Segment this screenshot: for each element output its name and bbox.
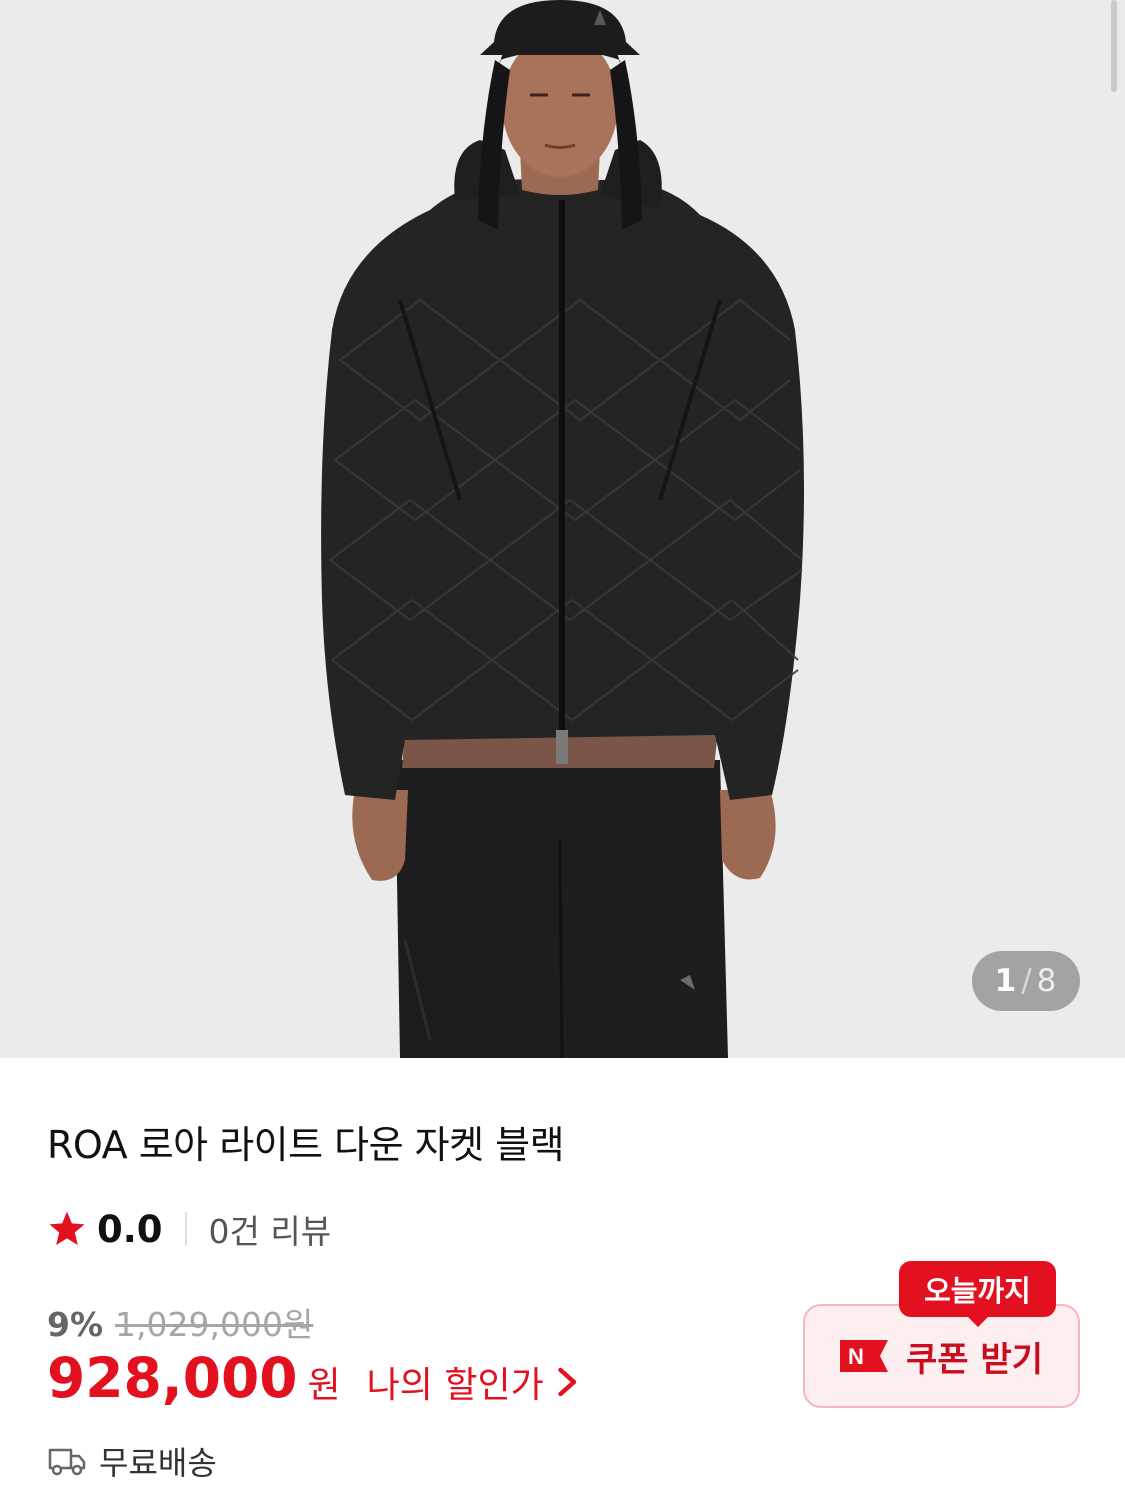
truck-icon: [48, 1448, 86, 1476]
image-counter: 1 / 8: [972, 951, 1080, 1011]
sale-price: 928,000: [47, 1346, 298, 1410]
image-counter-separator: /: [1021, 963, 1033, 999]
product-detail-page: 1 / 8 ROA 로아 라이트 다운 자켓 블랙 0.0 0건 리뷰 9% 1…: [0, 0, 1125, 1489]
rating-divider: [184, 1212, 187, 1246]
shipping-label: 무료배송: [99, 1444, 217, 1482]
price-row: 928,000 원 나의 할인가: [47, 1346, 580, 1410]
discount-row: 9% 1,029,000원: [47, 1298, 313, 1346]
review-count-link[interactable]: 0건 리뷰: [209, 1205, 332, 1253]
currency-label: 원: [307, 1365, 341, 1406]
my-discount-price-link[interactable]: 나의 할인가: [367, 1356, 580, 1408]
chevron-right-icon: [557, 1367, 576, 1397]
today-only-badge-tail: [966, 1315, 990, 1327]
get-coupon-button[interactable]: N 쿠폰 받기: [803, 1304, 1080, 1408]
n-badge-text: N: [848, 1344, 864, 1369]
today-only-badge: 오늘까지: [899, 1261, 1056, 1317]
product-image-carousel[interactable]: 1 / 8: [0, 0, 1125, 1058]
n-badge-icon: N: [840, 1340, 889, 1372]
discount-rate: 9%: [47, 1305, 104, 1344]
original-price: 1,029,000원: [115, 1305, 314, 1344]
star-icon: [49, 1211, 85, 1245]
rating-row[interactable]: 0.0 0건 리뷰: [47, 1204, 331, 1254]
product-photo: [321, 0, 804, 1058]
coupon-label: 쿠폰 받기: [906, 1339, 1043, 1380]
page-scrollbar[interactable]: [1111, 0, 1117, 92]
shipping-row: 무료배송: [47, 1438, 217, 1484]
product-title: ROA 로아 라이트 다운 자켓 블랙: [47, 1123, 565, 1167]
image-counter-current: 1: [994, 963, 1018, 999]
image-counter-total: 8: [1036, 963, 1058, 999]
my-discount-price-label: 나의 할인가: [366, 1365, 544, 1406]
rating-score: 0.0: [97, 1207, 163, 1251]
